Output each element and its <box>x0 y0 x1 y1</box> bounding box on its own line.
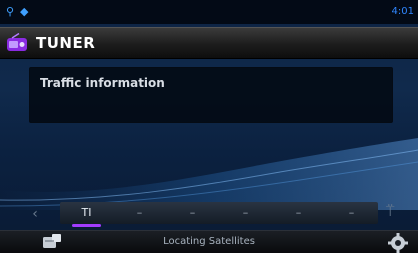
signal-icon: ◆ <box>20 5 29 18</box>
preset-button-5[interactable]: – <box>272 202 325 224</box>
info-panel: Traffic information <box>29 67 393 123</box>
traffic-info-label: Traffic information <box>40 76 165 90</box>
tag-icon[interactable]: ⍡ <box>386 204 400 220</box>
page-title: TUNER <box>36 34 96 52</box>
title-bar: TUNER <box>0 27 418 59</box>
usb-icon: ⚲ <box>6 5 15 18</box>
preset-button-2[interactable]: – <box>113 202 166 224</box>
preset-button-1[interactable]: TI <box>60 202 113 227</box>
settings-gear-icon[interactable] <box>380 231 416 253</box>
status-time: 4:01 <box>391 6 414 17</box>
tuner-app-icon[interactable] <box>6 33 28 53</box>
background-wave <box>0 138 418 210</box>
preset-bar: ‹ TI – – – – – ⍡ <box>0 200 418 227</box>
preset-strip: TI – – – – – <box>60 202 378 227</box>
preset-button-4[interactable]: – <box>219 202 272 224</box>
bottom-bar: Locating Satellites <box>0 230 418 253</box>
tuner-screen: ⚲ ◆ 4:01 TUNER Traffic information ‹ TI … <box>0 0 418 253</box>
preset-prev-arrow-icon[interactable]: ‹ <box>26 205 44 223</box>
preset-button-6[interactable]: – <box>325 202 378 224</box>
preset-button-3[interactable]: – <box>166 202 219 224</box>
status-message: Locating Satellites <box>163 236 255 247</box>
status-bar: ⚲ ◆ 4:01 <box>0 0 418 24</box>
